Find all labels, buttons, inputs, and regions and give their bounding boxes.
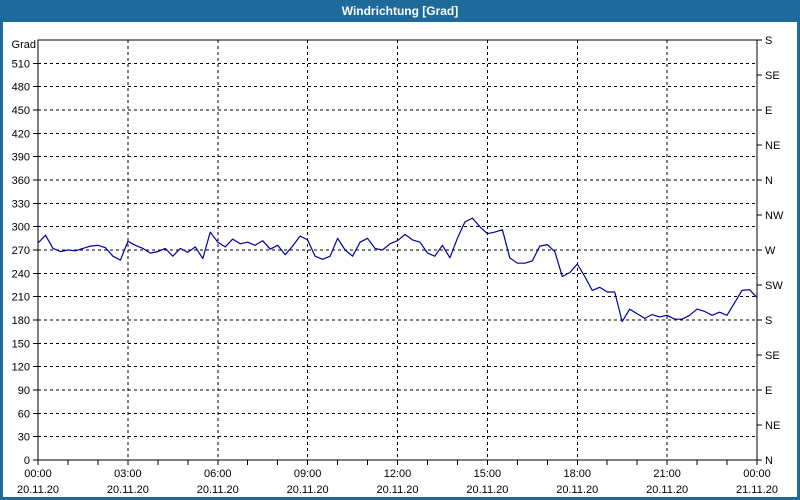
svg-text:06:00: 06:00 — [204, 468, 232, 480]
svg-text:21:00: 21:00 — [653, 468, 681, 480]
svg-text:03:00: 03:00 — [114, 468, 142, 480]
svg-text:Grad: Grad — [12, 39, 36, 51]
svg-text:300: 300 — [12, 222, 30, 234]
svg-text:90: 90 — [18, 385, 30, 397]
svg-text:270: 270 — [12, 245, 30, 257]
svg-text:20.11.20: 20.11.20 — [376, 484, 418, 496]
svg-text:00:00: 00:00 — [24, 468, 52, 480]
svg-text:00:00: 00:00 — [743, 468, 771, 480]
window-border-left — [0, 0, 3, 500]
svg-text:SE: SE — [765, 350, 780, 362]
svg-text:20.11.20: 20.11.20 — [197, 484, 239, 496]
svg-text:20.11.20: 20.11.20 — [466, 484, 508, 496]
svg-text:N: N — [765, 175, 773, 187]
svg-text:W: W — [765, 245, 776, 257]
wind-direction-chart: 0 30 60 90 120 150 180 210 240 270 300 330 360 390 420… — [12, 35, 784, 496]
svg-text:150: 150 — [12, 338, 30, 350]
svg-text:210: 210 — [12, 292, 30, 304]
svg-text:20.11.20: 20.11.20 — [107, 484, 149, 496]
svg-text:20.11.20: 20.11.20 — [287, 484, 329, 496]
svg-text:SE: SE — [765, 70, 780, 82]
svg-text:360: 360 — [12, 175, 30, 187]
svg-text:E: E — [765, 105, 772, 117]
svg-text:20.11.20: 20.11.20 — [17, 484, 59, 496]
svg-text:60: 60 — [18, 408, 30, 420]
svg-text:18:00: 18:00 — [563, 468, 591, 480]
svg-text:0: 0 — [24, 455, 30, 467]
svg-text:NW: NW — [765, 210, 784, 222]
svg-text:N: N — [765, 455, 773, 467]
svg-text:480: 480 — [12, 82, 30, 94]
svg-text:30: 30 — [18, 432, 30, 444]
svg-text:E: E — [765, 385, 772, 397]
svg-text:15:00: 15:00 — [474, 468, 502, 480]
window-title: Windrichtung [Grad] — [341, 4, 459, 18]
svg-text:NE: NE — [765, 420, 780, 432]
svg-text:SW: SW — [765, 280, 783, 292]
svg-text:330: 330 — [12, 198, 30, 210]
svg-text:390: 390 — [12, 152, 30, 164]
svg-text:S: S — [765, 35, 772, 47]
svg-text:20.11.20: 20.11.20 — [646, 484, 688, 496]
svg-text:510: 510 — [12, 58, 30, 70]
svg-text:12:00: 12:00 — [384, 468, 412, 480]
svg-text:120: 120 — [12, 362, 30, 374]
svg-text:NE: NE — [765, 140, 780, 152]
window-titlebar: Windrichtung [Grad] — [0, 0, 800, 22]
svg-text:20.11.20: 20.11.20 — [556, 484, 598, 496]
svg-text:450: 450 — [12, 105, 30, 117]
svg-text:180: 180 — [12, 315, 30, 327]
svg-text:240: 240 — [12, 268, 30, 280]
svg-text:21.11.20: 21.11.20 — [736, 484, 778, 496]
svg-text:S: S — [765, 315, 772, 327]
svg-text:420: 420 — [12, 128, 30, 140]
svg-text:09:00: 09:00 — [294, 468, 322, 480]
